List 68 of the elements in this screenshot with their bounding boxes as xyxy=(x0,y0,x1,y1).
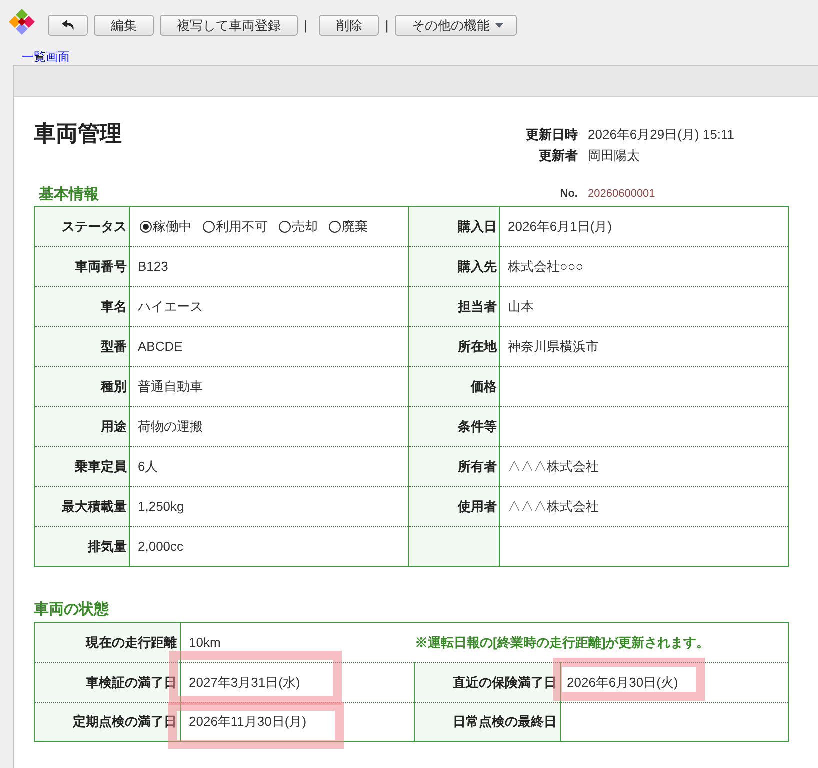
field-value: B123 xyxy=(130,246,408,286)
field-value: 2026年6月1日(月) xyxy=(500,206,788,246)
field-value: 荷物の運搬 xyxy=(130,406,408,446)
list-view-link[interactable]: 一覧画面 xyxy=(22,50,70,64)
back-arrow-icon xyxy=(62,20,74,31)
field-label: 価格 xyxy=(408,366,500,406)
field-value: ハイエース xyxy=(130,286,408,326)
field-value: 山本 xyxy=(500,286,788,326)
page-title: 車両管理 xyxy=(34,120,123,148)
field-label: 乗車定員 xyxy=(34,446,130,486)
radio-button[interactable] xyxy=(279,220,291,232)
toolbar-button[interactable]: 編集 xyxy=(94,15,154,36)
field-label: 最大積載量 xyxy=(34,486,130,526)
field-value: 普通自動車 xyxy=(130,366,408,406)
radio-button[interactable] xyxy=(329,220,341,232)
toolbar-button[interactable]: 複写して車両登録 xyxy=(160,15,298,36)
field-label: 種別 xyxy=(34,366,130,406)
toolbar-button[interactable]: 削除 xyxy=(319,15,380,36)
note-text: ※運転日報の[終業時の走行距離]が更新されます。 xyxy=(415,634,710,652)
field-label: 購入日 xyxy=(408,206,500,246)
radio-label[interactable]: 利用不可 xyxy=(216,216,268,236)
meta-value: 2026年6月29日(月) 15:11 xyxy=(588,126,734,144)
field-value: 2026年6月30日(火) xyxy=(567,674,678,692)
field-value: 2026年11月30日(月) xyxy=(189,713,307,732)
field-label: 車検証の満了日 xyxy=(34,662,180,702)
number-label: No. xyxy=(559,187,578,202)
field-value: 2027年3月31日(水) xyxy=(189,674,300,692)
dropdown-button[interactable]: その他の機能 xyxy=(394,15,517,36)
field-label: 定期点検の満了日 xyxy=(34,702,180,742)
field-label: 直近の保険満了日 xyxy=(414,662,560,702)
logo-icon xyxy=(8,8,36,36)
meta-label: 更新者 xyxy=(538,147,578,165)
field-label: ステータス xyxy=(34,206,130,246)
radio-label[interactable]: 売却 xyxy=(292,216,318,236)
record-number: 20260600001 xyxy=(588,187,656,202)
toolbar-separator: | xyxy=(385,16,389,35)
meta-label: 更新日時 xyxy=(525,126,578,144)
field-label: 型番 xyxy=(34,326,130,366)
field-label: 用途 xyxy=(34,406,130,446)
field-label: 現在の走行距離 xyxy=(34,622,180,662)
field-value: 神奈川県横浜市 xyxy=(500,326,788,366)
field-value: △△△株式会社 xyxy=(500,446,788,486)
field-value: 6人 xyxy=(130,446,408,486)
back-button[interactable] xyxy=(48,15,88,36)
field-value: ABCDE xyxy=(130,326,408,366)
radio-label[interactable]: 稼働中 xyxy=(153,216,192,236)
field-label: 条件等 xyxy=(408,406,500,446)
field-value: 10km xyxy=(189,634,222,652)
field-label: 所在地 xyxy=(408,326,500,366)
field-label: 車名 xyxy=(34,286,130,326)
field-value: 1,250kg xyxy=(130,486,408,526)
field-label: 担当者 xyxy=(408,286,500,326)
field-label: 所有者 xyxy=(408,446,500,486)
field-value: 株式会社○○○ xyxy=(500,246,788,286)
field-label: 車両番号 xyxy=(34,246,130,286)
radio-label[interactable]: 廃棄 xyxy=(342,216,368,236)
field-label: 排気量 xyxy=(34,526,130,566)
field-label: 使用者 xyxy=(408,486,500,526)
caret-icon xyxy=(494,23,504,28)
radio-button[interactable] xyxy=(203,220,215,232)
radio-button[interactable] xyxy=(140,220,152,232)
section-heading: 車両の状態 xyxy=(34,600,109,620)
meta-value: 岡田陽太 xyxy=(588,147,641,165)
toolbar-separator: | xyxy=(304,16,308,35)
section-heading: 基本情報 xyxy=(39,186,99,202)
field-label: 購入先 xyxy=(408,246,500,286)
field-value: △△△株式会社 xyxy=(500,486,788,526)
field-label: 日常点検の最終日 xyxy=(414,702,560,742)
